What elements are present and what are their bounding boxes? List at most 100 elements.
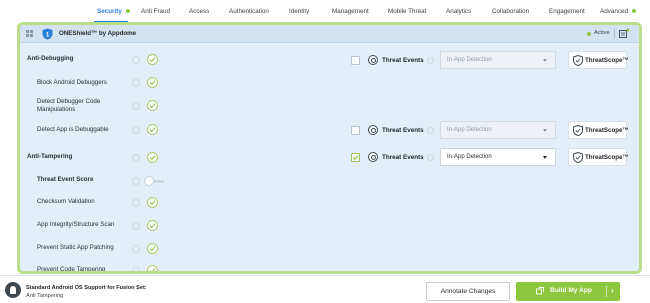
tab-analytics[interactable]: Analytics: [446, 8, 471, 15]
chevron-down-icon: [543, 129, 547, 132]
threatscope-icon: [573, 152, 583, 163]
threat-event-score-toggle[interactable]: [144, 176, 164, 186]
oneshield-panel: 1 ONEShield™ by Appdome Active Anti-Debu…: [17, 22, 642, 274]
feature-detect-debugger-code-manipulations: Detect Debugger Code Manipulations: [37, 98, 101, 113]
select-value: In-App Detection: [447, 154, 492, 160]
divider: [606, 286, 607, 297]
active-dot-icon: [587, 32, 591, 36]
annotate-changes-button[interactable]: Annotate Changes: [426, 282, 510, 301]
build-label: Build My App: [550, 287, 592, 294]
feature-app-integrity-structure-scan: App Integrity/Structure Scan: [37, 221, 115, 228]
fusion-set-title: Standard Android OS Support for Fusion S…: [26, 285, 147, 291]
threat-events-checkbox[interactable]: [351, 126, 360, 135]
tab-management[interactable]: Management: [332, 8, 369, 15]
threatscope-button[interactable]: ThreatScope™: [568, 51, 629, 69]
footer-bar: Standard Android OS Support for Fusion S…: [0, 275, 650, 303]
tab-advanced[interactable]: Advanced: [600, 8, 637, 15]
feature-prevent-code-tampering: Prevent Code Tampering: [37, 266, 106, 273]
tab-label: Collaboration: [492, 8, 530, 15]
chevron-down-icon: [543, 156, 547, 159]
info-icon[interactable]: [427, 127, 434, 134]
tab-label: Mobile Threat: [388, 8, 427, 15]
threat-events-label: Threat Events: [382, 154, 424, 161]
info-icon[interactable]: [132, 126, 140, 134]
threatscope-button[interactable]: ThreatScope™: [568, 121, 629, 139]
select-value: In-App Detection: [447, 127, 492, 133]
threat-events-label: Threat Events: [382, 57, 424, 64]
settings-panel-icon[interactable]: [619, 28, 630, 39]
select-value: In-App Detection: [447, 57, 492, 63]
tab-label: Management: [332, 8, 369, 15]
tab-authentication[interactable]: Authentication: [229, 8, 269, 15]
info-icon[interactable]: [427, 154, 434, 161]
tab-label: Access: [189, 8, 210, 15]
build-icon: [536, 287, 544, 295]
feature-detect-app-is-debuggable: Detect App is Debuggable: [37, 126, 109, 133]
enabled-check-icon[interactable]: [147, 220, 158, 231]
enabled-check-icon[interactable]: [147, 243, 158, 254]
detection-select[interactable]: In-App Detection: [440, 148, 556, 166]
enabled-check-icon[interactable]: [147, 77, 158, 88]
threatscope-label: ThreatScope™: [585, 57, 629, 64]
threatscope-icon: [573, 125, 583, 136]
panel-header: 1 ONEShield™ by Appdome Active: [20, 25, 639, 43]
enabled-check-icon[interactable]: [147, 124, 158, 135]
tab-label: Anti Fraud: [141, 8, 171, 15]
info-icon[interactable]: [132, 267, 140, 271]
info-icon[interactable]: [132, 102, 140, 110]
drag-grid-icon[interactable]: [26, 30, 33, 37]
chevron-down-icon: [543, 59, 547, 62]
tab-label: Analytics: [446, 8, 472, 15]
detection-select[interactable]: In-App Detection: [440, 121, 556, 139]
tab-collaboration[interactable]: Collaboration: [492, 8, 529, 15]
status-dot-icon: [125, 9, 130, 14]
feature-checksum-validation: Checksum Validation: [37, 198, 95, 205]
tab-identity[interactable]: Identity: [289, 8, 309, 15]
panel-title: ONEShield™ by Appdome: [59, 30, 137, 37]
threat-events-checkbox[interactable]: [351, 56, 360, 65]
shield-icon: 1: [42, 28, 53, 40]
feature-threat-event-score: Threat Event Score: [37, 176, 94, 183]
info-icon[interactable]: [132, 177, 140, 185]
threatscope-label: ThreatScope™: [585, 127, 629, 134]
info-icon[interactable]: [427, 57, 434, 64]
enabled-check-icon[interactable]: [147, 265, 158, 271]
threat-events-label: Threat Events: [382, 127, 424, 134]
threatscope-icon: [573, 55, 583, 66]
tab-label: Advanced: [600, 8, 629, 15]
tab-label: Identity: [289, 8, 310, 15]
tab-label: Security: [97, 8, 122, 15]
tab-anti-fraud[interactable]: Anti Fraud: [141, 8, 170, 15]
detection-select[interactable]: In-App Detection: [440, 51, 556, 69]
info-icon[interactable]: [132, 245, 140, 253]
info-icon[interactable]: [132, 79, 140, 87]
tab-mobile-threat[interactable]: Mobile Threat: [388, 8, 426, 15]
feature-block-android-debuggers: Block Android Debuggers: [37, 79, 107, 86]
android-os-icon: [5, 282, 21, 298]
threat-events-checkbox[interactable]: [351, 153, 360, 162]
tab-label: Engagement: [549, 8, 585, 15]
info-icon[interactable]: [132, 199, 140, 207]
divider: [614, 29, 615, 38]
threat-events-icon: [368, 152, 378, 162]
threatscope-label: ThreatScope™: [585, 154, 629, 161]
feature-prevent-static-app-patching: Prevent Static App Patching: [37, 244, 114, 251]
enabled-check-icon[interactable]: [147, 54, 158, 65]
enabled-check-icon[interactable]: [147, 100, 158, 111]
info-icon[interactable]: [132, 56, 140, 64]
threatscope-button[interactable]: ThreatScope™: [568, 148, 629, 166]
tab-engagement[interactable]: Engagement: [549, 8, 585, 15]
tab-security[interactable]: Security: [97, 8, 130, 15]
status-dot-icon: [632, 9, 637, 14]
threat-events-icon: [368, 125, 378, 135]
enabled-check-icon[interactable]: [147, 197, 158, 208]
info-icon[interactable]: [132, 222, 140, 230]
enabled-check-icon[interactable]: [147, 152, 158, 163]
chevron-right-icon[interactable]: ›: [611, 286, 614, 295]
info-icon[interactable]: [132, 154, 140, 162]
category-anti-debugging: Anti-Debugging: [27, 55, 74, 62]
category-anti-tampering: Anti-Tampering: [27, 153, 73, 160]
build-my-app-button[interactable]: Build My App ›: [516, 282, 620, 301]
status-label: Active: [594, 30, 610, 36]
tab-access[interactable]: Access: [189, 8, 209, 15]
